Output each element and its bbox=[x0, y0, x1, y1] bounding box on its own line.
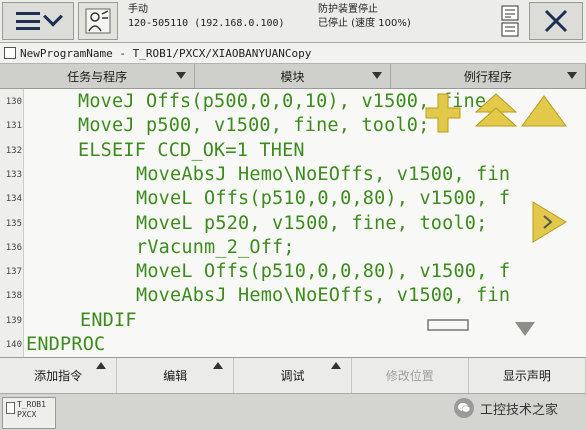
line-number: 140 bbox=[5, 340, 22, 350]
chevron-down-icon bbox=[43, 6, 63, 27]
dropdown-arrow-icon bbox=[176, 72, 187, 79]
menu-up-arrow-icon bbox=[330, 362, 341, 369]
command-bar: 添加指令 编辑 调试 修改位置 显示声明 bbox=[0, 357, 586, 393]
guard-stop-text: 防护装置停止 bbox=[318, 4, 378, 15]
code-text: ELSEIF CCD_OK=1 THEN bbox=[78, 139, 305, 161]
code-line[interactable]: 134 MoveL Offs(p510,0,0,80), v1500, f bbox=[0, 187, 586, 211]
tab-routines[interactable]: 例行程序 bbox=[391, 64, 586, 88]
menu-up-arrow-icon bbox=[213, 362, 224, 369]
line-number: 135 bbox=[5, 218, 22, 229]
edit-button[interactable]: 编辑 bbox=[117, 358, 235, 393]
debug-button[interactable]: 调试 bbox=[234, 358, 352, 393]
button-label: 显示声明 bbox=[502, 369, 551, 383]
line-number: 131 bbox=[5, 121, 22, 132]
program-title: NewProgramName - T_ROB1/PXCX/XIAOBANYUAN… bbox=[20, 46, 312, 60]
code-text: MoveJ Offs(p500,0,0,10), v1500, fine, bbox=[78, 91, 498, 112]
code-text: MoveAbsJ Hemo\NoEOffs, v1500, fin bbox=[136, 285, 511, 307]
tab-label: 例行程序 bbox=[463, 69, 512, 84]
button-label: 添加指令 bbox=[34, 369, 83, 383]
line-number: 130 bbox=[5, 97, 22, 107]
mode-text: 手动 bbox=[128, 4, 148, 15]
line-number: 133 bbox=[5, 169, 22, 180]
hamburger-icon bbox=[16, 12, 40, 30]
controller-id-text: 120-505110 (192.168.0.100) bbox=[128, 18, 285, 29]
button-label: 调试 bbox=[280, 369, 305, 383]
tab-label: 模块 bbox=[280, 69, 305, 84]
program-file-icon bbox=[4, 47, 16, 59]
code-line[interactable]: 133 MoveAbsJ Hemo\NoEOffs, v1500, fin bbox=[0, 163, 586, 187]
code-line[interactable]: 139 ENDIF bbox=[0, 309, 586, 333]
button-label: 修改位置 bbox=[385, 369, 434, 383]
code-text: MoveJ p500, v1500, fine, tool0; bbox=[78, 115, 430, 137]
tab-label: 任务与程序 bbox=[67, 69, 128, 84]
code-text: MoveL Offs(p510,0,0,80), v1500, f bbox=[136, 261, 511, 283]
code-text: ENDIF bbox=[80, 309, 137, 331]
button-label: 编辑 bbox=[163, 369, 188, 383]
add-instruction-button[interactable]: 添加指令 bbox=[0, 358, 118, 393]
line-number: 132 bbox=[5, 145, 22, 156]
menu-up-arrow-icon bbox=[96, 362, 107, 369]
status-bar: 手动 120-505110 (192.168.0.100) 防护装置停止 已停止… bbox=[0, 0, 586, 43]
code-line[interactable]: 137 MoveL Offs(p510,0,0,80), v1500, f bbox=[0, 260, 586, 284]
dropdown-arrow-icon bbox=[566, 72, 577, 79]
show-declaration-button[interactable]: 显示声明 bbox=[469, 358, 586, 393]
wechat-icon bbox=[454, 398, 474, 418]
line-number: 134 bbox=[5, 194, 22, 205]
watermark: 工控技术之家 bbox=[454, 398, 558, 418]
tab-tasks-and-programs[interactable]: 任务与程序 bbox=[0, 64, 196, 88]
modify-position-button[interactable]: 修改位置 bbox=[352, 358, 469, 393]
code-text: MoveL Offs(p510,0,0,80), v1500, f bbox=[136, 188, 511, 210]
code-text: MoveL p520, v1500, fine, tool0; bbox=[136, 212, 488, 234]
tab-modules[interactable]: 模块 bbox=[195, 64, 391, 88]
program-window-icon bbox=[6, 402, 15, 414]
line-number: 138 bbox=[5, 291, 22, 302]
watermark-text: 工控技术之家 bbox=[480, 402, 559, 418]
speed-setting-icon[interactable] bbox=[500, 4, 522, 38]
code-text: rVacunm_2_Off; bbox=[136, 236, 295, 258]
line-number: 136 bbox=[5, 242, 22, 253]
close-icon bbox=[544, 9, 568, 33]
code-editor[interactable]: 130 MoveJ Offs(p500,0,0,10), v1500, fine,… bbox=[0, 89, 586, 357]
code-line[interactable]: 136 rVacunm_2_Off; bbox=[0, 236, 586, 260]
code-text: ENDPROC bbox=[26, 334, 106, 355]
task-name: T_ROB1 bbox=[17, 400, 46, 409]
speed-status-text: 已停止 (速度 100%) bbox=[318, 18, 411, 29]
code-line[interactable]: 140 ENDPROC bbox=[0, 333, 586, 357]
line-number: 139 bbox=[5, 315, 22, 326]
code-line[interactable]: 132 ELSEIF CCD_OK=1 THEN bbox=[0, 139, 586, 163]
robot-status-icon[interactable] bbox=[78, 2, 118, 40]
dropdown-arrow-icon bbox=[371, 72, 382, 79]
module-name: PXCX bbox=[17, 410, 37, 419]
code-line[interactable]: 138 MoveAbsJ Hemo\NoEOffs, v1500, fin bbox=[0, 284, 586, 308]
abb-menu-button[interactable] bbox=[2, 2, 74, 40]
code-line[interactable]: 135 MoveL p520, v1500, fine, tool0; bbox=[0, 212, 586, 236]
code-line[interactable]: 131 MoveJ p500, v1500, fine, tool0; bbox=[0, 114, 586, 138]
program-title-bar: NewProgramName - T_ROB1/PXCX/XIAOBANYUAN… bbox=[0, 43, 586, 64]
task-window-tab[interactable]: T_ROB1 PXCX bbox=[2, 397, 56, 429]
code-text: MoveAbsJ Hemo\NoEOffs, v1500, fin bbox=[136, 163, 511, 185]
safety-status: 防护装置停止 已停止 (速度 100%) bbox=[318, 3, 411, 31]
program-tab-bar: 任务与程序 模块 例行程序 bbox=[0, 64, 586, 89]
code-line[interactable]: 130 MoveJ Offs(p500,0,0,10), v1500, fine, bbox=[0, 90, 586, 114]
line-number: 137 bbox=[5, 267, 22, 278]
controller-status: 手动 120-505110 (192.168.0.100) bbox=[128, 3, 285, 31]
close-button[interactable] bbox=[529, 2, 583, 40]
